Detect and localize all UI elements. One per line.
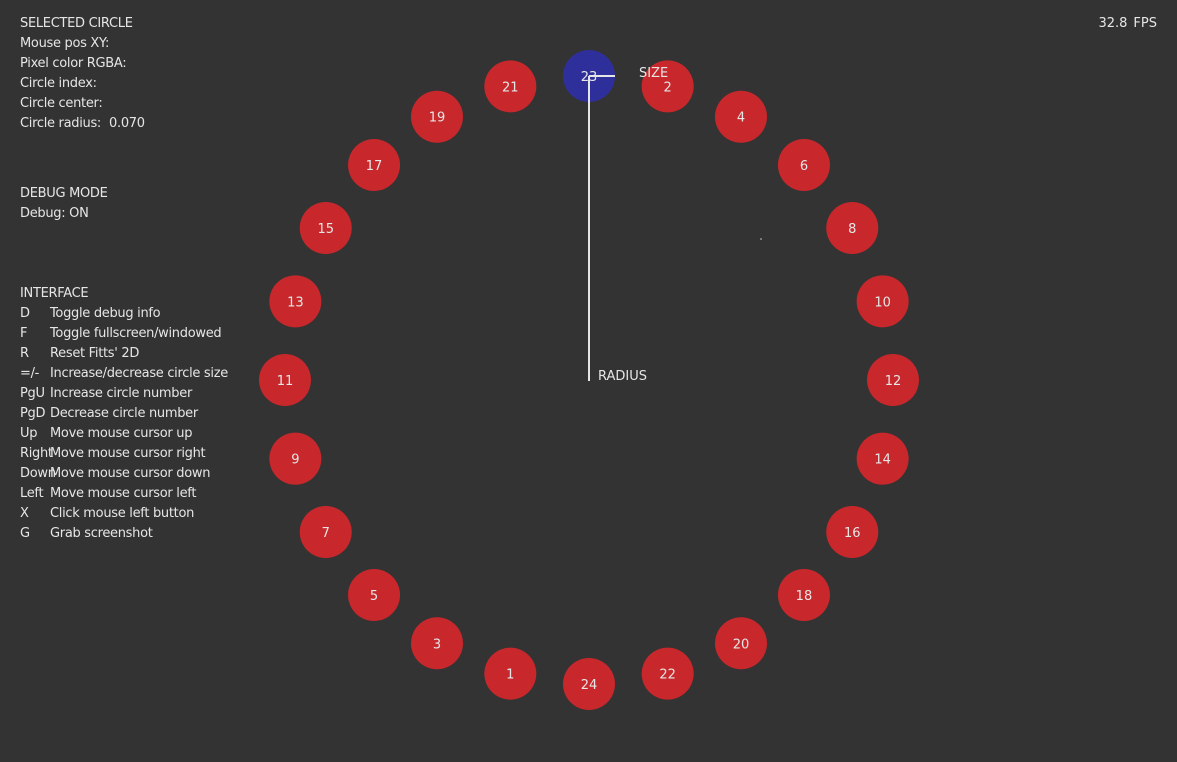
target-circle[interactable]: 14 — [856, 432, 909, 485]
circle-label: 20 — [733, 637, 750, 652]
target-circle[interactable]: 7 — [299, 506, 352, 558]
radius-label: RADIUS — [598, 369, 647, 384]
circle-label: 9 — [291, 453, 299, 468]
circle-label: 22 — [659, 668, 676, 683]
size-label: SIZE — [639, 66, 668, 81]
target-circle[interactable]: 15 — [299, 202, 352, 254]
target-circle[interactable]: 22 — [641, 647, 694, 700]
circle-label: 18 — [796, 589, 813, 604]
circle-label: 24 — [581, 678, 598, 693]
circle-label: 4 — [737, 111, 745, 126]
target-circle[interactable]: 3 — [411, 617, 463, 670]
circle-ring: 232468101214161820222413579111315171921 … — [259, 50, 919, 710]
target-circle[interactable]: 5 — [348, 568, 401, 621]
target-circle[interactable]: 12 — [867, 354, 919, 406]
circle-label: 15 — [317, 222, 334, 237]
circle-label: 14 — [874, 453, 891, 468]
guide-lines: SIZE RADIUS — [588, 66, 668, 384]
circle-label: 2 — [664, 80, 672, 95]
circle-label: 21 — [502, 80, 519, 95]
circle-label: 3 — [433, 637, 441, 652]
target-circle[interactable]: 20 — [715, 617, 767, 670]
target-circle[interactable]: 6 — [777, 139, 830, 192]
target-circle[interactable]: 17 — [348, 139, 401, 192]
circle-label: 7 — [322, 526, 330, 541]
circle-label: 10 — [874, 295, 891, 310]
circle-label: 19 — [429, 111, 446, 126]
target-circle[interactable]: 16 — [826, 506, 879, 558]
circle-label: 5 — [370, 589, 378, 604]
circle-label: 12 — [885, 374, 902, 389]
circle-label: 1 — [506, 668, 514, 683]
circle-label: 16 — [844, 526, 861, 541]
target-circle[interactable]: 18 — [777, 568, 830, 621]
mouse-cursor-dot — [760, 238, 762, 240]
fitts-2d-canvas[interactable]: SELECTED CIRCLE Mouse pos XY: Pixel colo… — [0, 0, 1177, 762]
circle-label: 13 — [287, 295, 304, 310]
circle-label: 8 — [848, 222, 856, 237]
target-circle[interactable]: 1 — [484, 647, 537, 700]
circle-label: 11 — [277, 374, 294, 389]
target-circle[interactable]: 4 — [715, 90, 767, 143]
target-circle[interactable]: 9 — [269, 432, 322, 485]
target-circle[interactable]: 8 — [826, 202, 879, 254]
target-circle[interactable]: 13 — [269, 275, 322, 328]
target-circle[interactable]: 19 — [411, 90, 463, 143]
circle-label: 17 — [366, 159, 383, 174]
target-circle[interactable]: 11 — [259, 354, 311, 406]
target-circle[interactable]: 24 — [563, 658, 615, 710]
circle-label: 6 — [800, 159, 808, 174]
target-circle[interactable]: 10 — [856, 275, 909, 328]
target-circle[interactable]: 21 — [484, 60, 537, 113]
